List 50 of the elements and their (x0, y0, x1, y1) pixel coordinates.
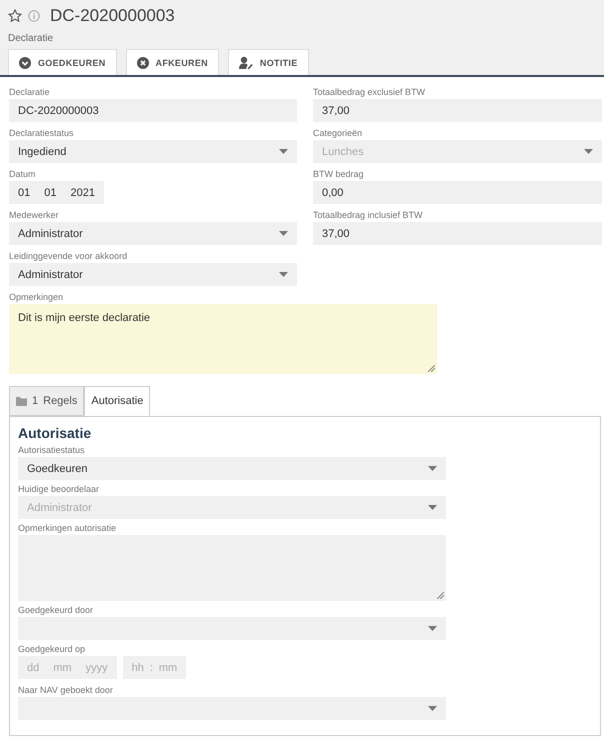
star-icon[interactable] (8, 9, 22, 23)
text-field[interactable]: DC-2020000003 (9, 99, 297, 122)
text-field[interactable]: 37,00 (313, 99, 602, 122)
field-label: Autorisatiestatus (18, 444, 86, 457)
field-label: Medewerker (9, 209, 60, 222)
select-field[interactable]: Administrator (9, 222, 297, 245)
tab[interactable]: Autorisatie (84, 386, 150, 416)
select-field[interactable]: Administrator (9, 263, 297, 286)
folder-icon (16, 396, 27, 406)
field-label: Datum (9, 168, 37, 181)
field-label: BTW bedrag (313, 168, 365, 181)
field-label: Categorieën (313, 127, 364, 140)
select-field[interactable] (18, 617, 446, 640)
resize-grip-icon[interactable] (428, 365, 435, 372)
field-label: Opmerkingen autorisatie (18, 522, 118, 535)
field-label: Naar NAV geboekt door (18, 684, 114, 697)
info-icon[interactable] (28, 10, 40, 22)
field-label: Goedgekeurd door (18, 604, 94, 617)
field-label: Totaalbedrag exclusief BTW (313, 86, 426, 99)
tab[interactable]: 1 Regels (9, 386, 84, 416)
field-label: Goedgekeurd op (18, 643, 86, 656)
dropdown-caret-icon[interactable] (279, 231, 288, 236)
note-button[interactable]: NOTITIE (228, 49, 309, 75)
field-label: Declaratie (9, 86, 51, 99)
text-field[interactable]: 37,00 (313, 222, 602, 245)
field-label: Opmerkingen (9, 291, 64, 304)
check-circle-icon (19, 56, 31, 68)
dropdown-caret-icon[interactable] (428, 626, 437, 631)
field-label: Leidinggevende voor akkoord (9, 250, 128, 263)
field-label: Huidige beoordelaar (18, 483, 100, 496)
approve-button[interactable]: GOEDKEUREN (8, 49, 117, 75)
field-label: Declaratiestatus (9, 127, 75, 140)
select-field[interactable]: Goedkeuren (18, 457, 446, 480)
record-title: DC-2020000003 (50, 6, 175, 26)
user-pen-icon (238, 56, 253, 69)
select-field[interactable] (18, 697, 446, 720)
dropdown-caret-icon[interactable] (279, 272, 288, 277)
remarks-field[interactable]: Dit is mijn eerste declaratie (9, 304, 437, 374)
dropdown-caret-icon[interactable] (279, 149, 288, 154)
section-heading: Autorisatie (18, 425, 92, 441)
field-label: Totaalbedrag inclusief BTW (313, 209, 424, 222)
reject-button[interactable]: AFKEUREN (126, 49, 219, 75)
resize-grip-icon[interactable] (437, 592, 444, 599)
date-field[interactable]: 01 01 2021 (9, 181, 104, 204)
cross-circle-icon (136, 56, 149, 68)
record-type-label: Declaratie (8, 33, 54, 44)
select-field[interactable]: Ingediend (9, 140, 297, 163)
dropdown-caret-icon[interactable] (428, 466, 437, 471)
dropdown-caret-icon[interactable] (428, 706, 437, 711)
text-field[interactable]: 0,00 (313, 181, 602, 204)
